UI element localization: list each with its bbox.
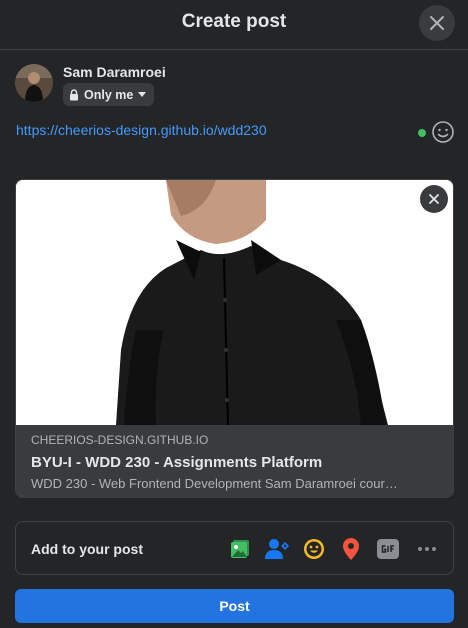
status-dot — [418, 129, 426, 137]
close-button[interactable] — [419, 5, 455, 41]
check-in-icon — [343, 538, 359, 560]
dialog-header: Create post — [0, 0, 468, 50]
close-icon — [429, 194, 439, 204]
avatar[interactable] — [15, 64, 53, 102]
caret-down-icon — [138, 91, 147, 97]
preview-photo — [16, 180, 453, 425]
avatar-photo — [15, 64, 53, 102]
tag-people-icon — [265, 539, 289, 559]
link-preview-image — [16, 180, 453, 425]
privacy-label: Only me — [84, 87, 134, 102]
create-post-dialog: Create post Sam Daramroei Only me https:… — [0, 0, 468, 628]
gif-icon — [377, 539, 399, 559]
link-preview-description: WDD 230 - Web Frontend Development Sam D… — [31, 476, 398, 491]
gif-button[interactable] — [375, 536, 401, 562]
add-to-post-label: Add to your post — [31, 541, 143, 557]
emoji-button[interactable] — [431, 120, 455, 144]
check-in-button[interactable] — [338, 536, 364, 562]
feeling-icon — [304, 539, 324, 559]
privacy-selector[interactable]: Only me — [63, 83, 155, 106]
dialog-title: Create post — [181, 11, 287, 32]
link-preview-title: BYU-I - WDD 230 - Assignments Platform — [31, 454, 323, 471]
more-icon — [418, 547, 436, 551]
link-preview-card[interactable]: CHEERIOS-DESIGN.GITHUB.IO BYU-I - WDD 23… — [15, 179, 454, 498]
link-preview-domain: CHEERIOS-DESIGN.GITHUB.IO — [31, 433, 209, 447]
more-options-button[interactable] — [414, 536, 440, 562]
lock-icon — [70, 88, 78, 100]
smiley-icon — [432, 121, 454, 143]
author-name[interactable]: Sam Daramroei — [63, 64, 166, 80]
post-text-input[interactable]: https://cheerios-design.github.io/wdd230 — [16, 122, 267, 138]
close-icon — [430, 16, 444, 30]
add-to-post-bar: Add to your post — [15, 521, 454, 575]
feeling-activity-button[interactable] — [301, 536, 327, 562]
link-preview-meta: CHEERIOS-DESIGN.GITHUB.IO BYU-I - WDD 23… — [16, 425, 453, 497]
photo-video-icon — [231, 540, 249, 558]
remove-preview-button[interactable] — [420, 185, 448, 213]
tag-people-button[interactable] — [264, 536, 290, 562]
photo-video-button[interactable] — [227, 536, 253, 562]
post-button[interactable]: Post — [15, 589, 454, 623]
